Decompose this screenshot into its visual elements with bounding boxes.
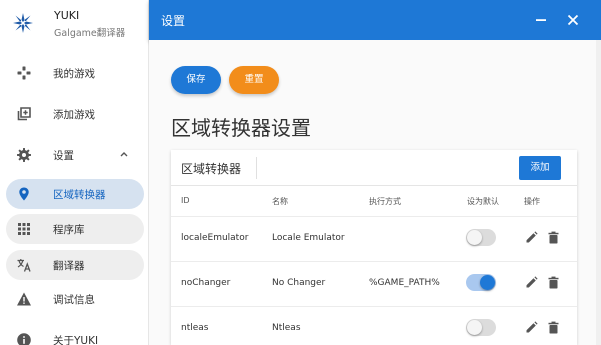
- row-id: ntleas: [181, 323, 209, 333]
- column-header-name: 名称: [272, 197, 288, 206]
- column-header-id: ID: [181, 196, 190, 205]
- edit-icon[interactable]: [525, 231, 538, 244]
- card-title: 区域转换器: [181, 162, 242, 176]
- column-header-default: 设为默认: [467, 197, 499, 206]
- row-name: Ntleas: [272, 323, 301, 333]
- default-toggle[interactable]: [466, 319, 496, 336]
- table-row: ntleas Ntleas: [171, 306, 577, 345]
- sidebar-item-debug[interactable]: 调试信息: [6, 284, 144, 314]
- table-row: noChanger No Changer %GAME_PATH%: [171, 261, 577, 306]
- toggle-knob: [467, 320, 482, 335]
- toggle-knob: [480, 275, 495, 290]
- card-divider: [256, 157, 257, 179]
- default-toggle[interactable]: [466, 229, 496, 246]
- sidebar-item-settings[interactable]: 设置: [6, 140, 144, 170]
- translate-icon: [17, 259, 31, 272]
- default-toggle[interactable]: [466, 274, 496, 291]
- add-box-icon: [17, 107, 31, 121]
- sidebar-item-label: 关于YUKI: [53, 335, 99, 345]
- scrollbar[interactable]: [596, 40, 601, 345]
- main-content: 保存 重置 区域转换器设置 区域转换器 添加 ID 名称 执行方式 设为默认 操…: [149, 40, 601, 345]
- info-icon: [17, 333, 31, 345]
- app-title: YUKI: [54, 9, 80, 22]
- sidebar-item-my-games[interactable]: 我的游戏: [6, 58, 144, 88]
- warning-icon: [17, 292, 31, 306]
- grid-icon: [18, 223, 30, 235]
- sidebar-item-libraries[interactable]: 程序库: [6, 214, 144, 244]
- reset-button[interactable]: 重置: [229, 66, 279, 94]
- row-id: noChanger: [181, 278, 231, 288]
- row-id: localeEmulator: [181, 233, 249, 243]
- delete-icon[interactable]: [547, 321, 560, 334]
- add-button[interactable]: 添加: [519, 156, 561, 180]
- row-exec: %GAME_PATH%: [369, 278, 440, 288]
- app-subtitle: Galgame翻译器: [54, 28, 126, 39]
- save-button[interactable]: 保存: [171, 66, 221, 94]
- minimize-icon[interactable]: [531, 10, 551, 30]
- edit-icon[interactable]: [525, 321, 538, 334]
- app-header: 设置: [149, 0, 601, 40]
- table-row: localeEmulator Locale Emulator: [171, 216, 577, 261]
- row-name: No Changer: [272, 278, 326, 288]
- sidebar-item-label: 设置: [53, 150, 74, 162]
- toggle-knob: [467, 230, 482, 245]
- delete-icon[interactable]: [547, 231, 560, 244]
- sidebar-item-about[interactable]: 关于YUKI: [6, 325, 144, 345]
- sidebar-item-label: 区域转换器: [53, 189, 106, 201]
- chevron-up-icon[interactable]: [118, 148, 130, 160]
- delete-icon[interactable]: [547, 276, 560, 289]
- edit-icon[interactable]: [525, 276, 538, 289]
- header-title: 设置: [161, 14, 186, 28]
- location-pin-icon: [19, 187, 29, 201]
- page-title: 区域转换器设置: [171, 116, 311, 140]
- close-icon[interactable]: [563, 10, 583, 30]
- sidebar-item-label: 调试信息: [53, 294, 95, 306]
- column-header-exec: 执行方式: [369, 197, 401, 206]
- gamepad-icon: [17, 66, 31, 80]
- brand: YUKI Galgame翻译器: [0, 0, 149, 46]
- sidebar-item-add-game[interactable]: 添加游戏: [6, 99, 144, 129]
- locale-changer-card: 区域转换器 添加 ID 名称 执行方式 设为默认 操作 localeEmulat…: [171, 150, 577, 345]
- column-header-actions: 操作: [524, 197, 540, 206]
- card-header: 区域转换器 添加: [171, 150, 577, 186]
- app-logo-icon: [13, 13, 33, 33]
- sidebar-item-label: 程序库: [53, 224, 85, 236]
- sidebar-item-translators[interactable]: 翻译器: [6, 250, 144, 280]
- sidebar: YUKI Galgame翻译器 我的游戏 添加游戏 设置 区域转换器 程序库 翻…: [0, 0, 149, 345]
- sidebar-item-label: 我的游戏: [53, 68, 95, 80]
- row-name: Locale Emulator: [272, 233, 345, 243]
- gear-icon: [17, 148, 31, 162]
- sidebar-item-label: 添加游戏: [53, 109, 95, 121]
- sidebar-item-label: 翻译器: [53, 260, 85, 272]
- sidebar-item-locale-changer[interactable]: 区域转换器: [6, 179, 144, 209]
